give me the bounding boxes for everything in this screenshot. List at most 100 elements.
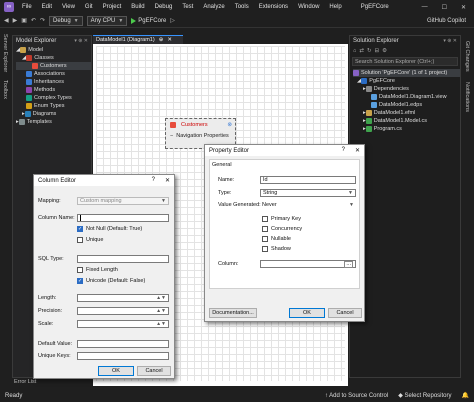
tree-item-edps[interactable]: DataModel1.edps [353, 101, 460, 109]
platform-select[interactable]: Any CPU ▼ [86, 15, 128, 26]
mapping-select[interactable]: Custom mapping ▼ [77, 197, 169, 205]
tree-item-enum-types[interactable]: Enum Types [16, 102, 91, 110]
save-icon[interactable]: ▣ [21, 17, 27, 24]
menu-git[interactable]: Git [80, 4, 98, 10]
fixed-length-checkbox[interactable]: Fixed Length [77, 267, 118, 273]
menu-help[interactable]: Help [324, 4, 346, 10]
run-button[interactable]: PgEFCore [131, 17, 166, 24]
notifications-tab[interactable]: Notifications [464, 82, 470, 112]
copilot-button[interactable]: GitHub Copilot [427, 18, 474, 24]
tree-item-diagrams[interactable]: ▸ Diagrams [16, 110, 91, 118]
close-icon[interactable]: ✕ [355, 147, 360, 154]
menu-window[interactable]: Window [293, 4, 324, 10]
not-null-checkbox[interactable]: ✓ Not Null (Default: True) [77, 226, 142, 232]
tree-item-project[interactable]: ◢ PgEFCore [353, 77, 460, 85]
pin-icon[interactable]: ⊕ [159, 37, 164, 43]
notifications-bell-icon[interactable]: 🔔 [457, 392, 474, 399]
scale-field[interactable]: ▲▼ [77, 320, 169, 328]
sync-icon[interactable]: ⇄ [359, 48, 364, 54]
tab-diagram[interactable]: DataModel1 (Diagram1) ⊕ ✕ [93, 35, 183, 44]
precision-field[interactable]: ▲▼ [77, 307, 169, 315]
help-icon[interactable]: ? [342, 147, 345, 154]
config-select[interactable]: Debug ▼ [48, 15, 83, 26]
tree-item-classes[interactable]: ◢ Classes [16, 54, 91, 62]
git-changes-tab[interactable]: Git Changes [464, 41, 470, 72]
menu-build[interactable]: Build [126, 4, 149, 10]
help-icon[interactable]: ? [152, 177, 155, 184]
shadow-checkbox[interactable]: Shadow [262, 246, 291, 252]
menu-tools[interactable]: Tools [230, 4, 254, 10]
run-without-debug-icon[interactable]: ▷ [170, 17, 175, 24]
spin-icon[interactable]: ▲▼ [156, 321, 166, 327]
solution-search-input[interactable]: Search Solution Explorer (Ctrl+;) [352, 57, 458, 66]
menu-debug[interactable]: Debug [150, 4, 178, 10]
panel-actions-icon[interactable]: ▾ ⊕ ✕ [443, 38, 457, 44]
tree-item-inheritances[interactable]: Inheritances [16, 78, 91, 86]
settings-icon[interactable]: ⚙ [382, 48, 387, 54]
default-value-field[interactable] [77, 340, 169, 348]
concurrency-checkbox[interactable]: Concurrency [262, 226, 302, 232]
tree-label: DataModel1.Model.cs [373, 118, 427, 124]
panel-actions-icon[interactable]: ▾ ⊕ ✕ [74, 38, 88, 44]
name-field[interactable]: Id [260, 176, 356, 184]
menu-test[interactable]: Test [177, 4, 198, 10]
back-icon[interactable]: ◀ [4, 17, 9, 24]
length-field[interactable]: ▲▼ [77, 294, 169, 302]
cancel-button[interactable]: Cancel [137, 366, 171, 376]
column-name-field[interactable] [77, 214, 169, 222]
value-generated-select[interactable]: Never ▼ [260, 201, 356, 209]
close-tab-icon[interactable]: ✕ [167, 37, 172, 43]
spin-icon[interactable]: ▲▼ [156, 308, 166, 314]
tree-item-dependencies[interactable]: ▸ Dependencies [353, 85, 460, 93]
tree-item-diagram-view[interactable]: DataModel1.Diagram1.view [353, 93, 460, 101]
close-icon[interactable]: ✕ [461, 4, 466, 11]
menu-edit[interactable]: Edit [37, 4, 57, 10]
forward-icon[interactable]: ▶ [13, 17, 18, 24]
menu-extensions[interactable]: Extensions [254, 4, 293, 10]
ok-button[interactable]: OK [98, 366, 134, 376]
error-list-tab[interactable]: Error List [14, 379, 36, 385]
source-control-button[interactable]: ↑ Add to Source Control [320, 393, 393, 399]
tree-item-associations[interactable]: Associations [16, 70, 91, 78]
close-icon[interactable]: ✕ [165, 177, 170, 184]
tree-item-program-cs[interactable]: ▸ Program.cs [353, 125, 460, 133]
tree-item-customers[interactable]: Customers [16, 62, 91, 70]
ok-button[interactable]: OK [289, 308, 325, 318]
menu-file[interactable]: File [17, 4, 37, 10]
tree-item-model-cs[interactable]: ▸ DataModel1.Model.cs [353, 117, 460, 125]
tree-item-solution[interactable]: Solution 'PgEFCore' (1 of 1 project) [353, 69, 460, 77]
spin-icon[interactable]: ▲▼ [156, 295, 166, 301]
undo-icon[interactable]: ↶ [31, 17, 36, 24]
primary-key-checkbox[interactable]: Primary Key [262, 216, 301, 222]
unique-keys-field[interactable] [77, 352, 169, 360]
tree-item-complex-types[interactable]: Complex Types [16, 94, 91, 102]
unicode-checkbox[interactable]: ✓ Unicode (Default: False) [77, 278, 145, 284]
entity-navigation-properties[interactable]: − Navigation Properties [166, 131, 235, 141]
server-explorer-tab[interactable]: Server Explorer [2, 34, 8, 72]
unique-checkbox[interactable]: Unique [77, 237, 103, 243]
browse-button[interactable]: ... [344, 260, 353, 268]
column-field[interactable]: ... [260, 260, 356, 268]
menu-project[interactable]: Project [98, 4, 127, 10]
tree-item-model[interactable]: ◢ Model [16, 46, 91, 54]
minimize-icon[interactable]: — [422, 4, 428, 11]
toolbox-tab[interactable]: Toolbox [2, 80, 8, 99]
tree-item-efml[interactable]: ▸ DataModel1.efml [353, 109, 460, 117]
home-icon[interactable]: ⌂ [353, 48, 356, 54]
cancel-button[interactable]: Cancel [328, 308, 362, 318]
sql-type-field[interactable] [77, 255, 169, 263]
tree-item-templates[interactable]: ▸ Templates [16, 118, 91, 126]
refresh-icon[interactable]: ↻ [367, 48, 372, 54]
nullable-checkbox[interactable]: Nullable [262, 236, 291, 242]
documentation-button[interactable]: Documentation... [209, 308, 257, 318]
maximize-icon[interactable]: ☐ [442, 4, 447, 11]
redo-icon[interactable]: ↷ [40, 17, 45, 24]
type-select[interactable]: String ▼ [260, 189, 356, 197]
tree-label: Dependencies [373, 86, 409, 92]
collapse-icon[interactable]: ⊗ [227, 122, 232, 128]
select-repository-button[interactable]: ◆ Select Repository [393, 392, 456, 399]
collapse-all-icon[interactable]: ⊟ [375, 48, 380, 54]
tree-item-methods[interactable]: Methods [16, 86, 91, 94]
menu-analyze[interactable]: Analyze [198, 4, 229, 10]
menu-view[interactable]: View [57, 4, 80, 10]
